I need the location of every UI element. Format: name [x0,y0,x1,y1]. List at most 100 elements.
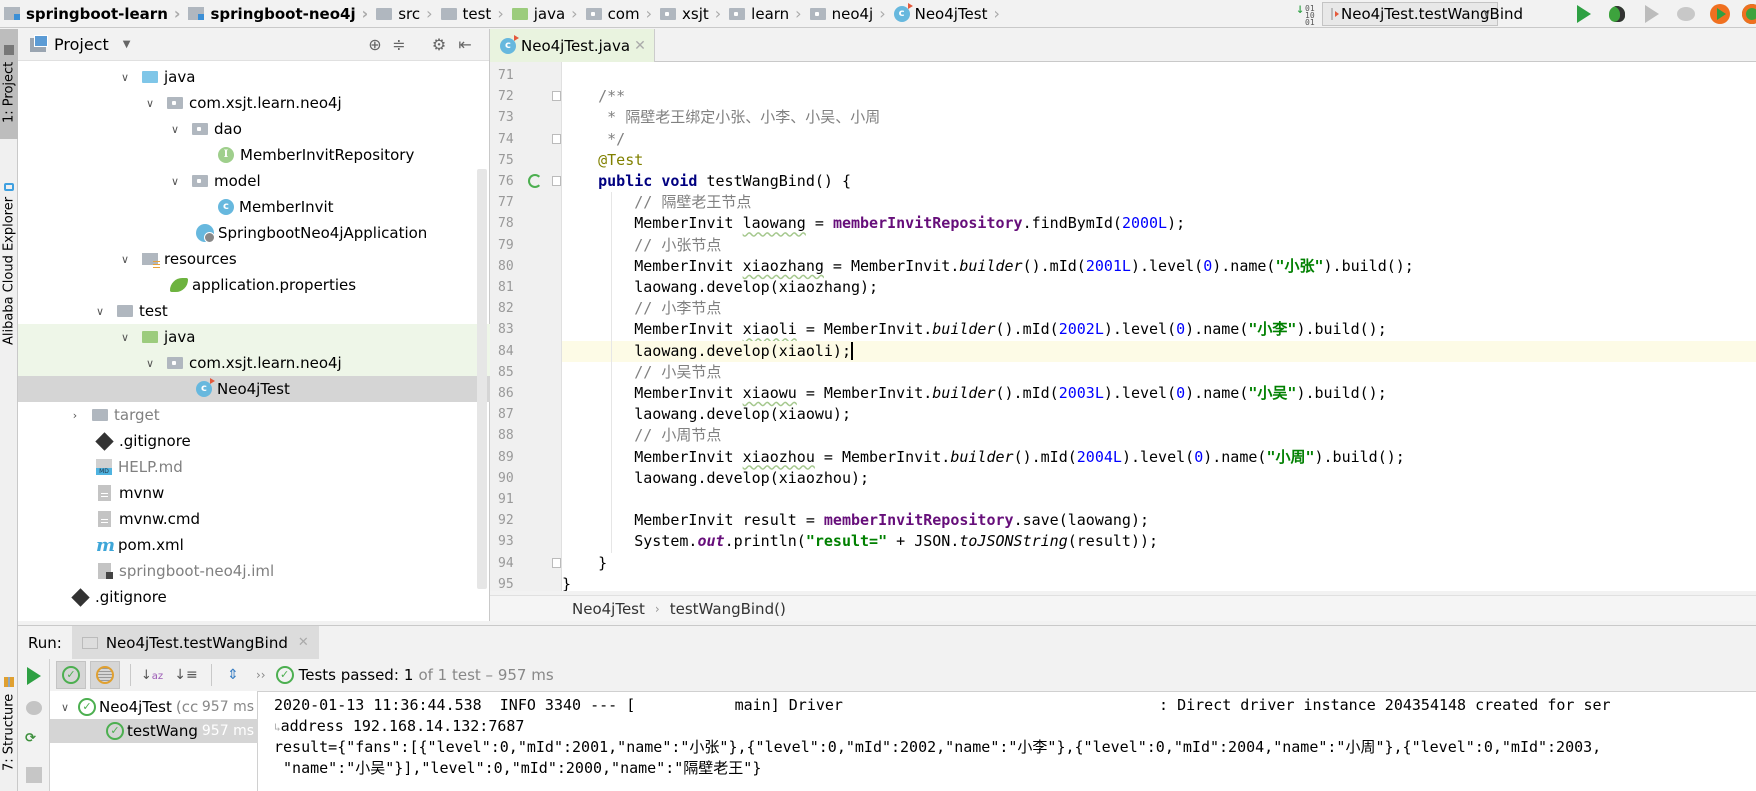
project-scrollbar[interactable] [477,169,487,589]
breadcrumb-test[interactable]: test › [437,0,508,28]
code-line[interactable]: // 隔壁老王节点 [562,192,1756,213]
code-line[interactable]: /** [562,86,1756,107]
toggle-autotest-button[interactable]: ⟳ [25,731,43,749]
console-output[interactable]: 2020-01-13 11:36:44.538 INFO 3340 --- [ … [258,691,1756,791]
code-line[interactable]: // 小李节点 [562,298,1756,319]
chevron-down-icon[interactable]: ∨ [118,331,132,344]
run-button[interactable] [1577,4,1597,24]
breadcrumb-learn[interactable]: learn › [725,0,805,28]
code-line[interactable]: laowang.develop(xiaowu); [562,404,1756,425]
chevron-down-icon[interactable]: ∨ [93,305,107,318]
breadcrumb-neo4jtest[interactable]: c Neo4jTest › [890,0,1004,28]
project-view-title[interactable]: Project [54,35,109,54]
code-line[interactable]: MemberInvit xiaozhou = MemberInvit.build… [562,447,1756,468]
run-with-coverage-button[interactable] [1645,4,1665,24]
code-line[interactable]: System.out.println("result=" + JSON.toJS… [562,531,1756,552]
tree-item-main-java[interactable]: ∨ java [18,64,490,90]
code-line[interactable]: * 隔壁老王绑定小张、小李、小吴、小周 [562,107,1756,128]
code-line[interactable]: // 小周节点 [562,425,1756,446]
code-line[interactable]: laowang.develop(xiaoli); [562,340,1756,362]
chevron-down-icon[interactable]: ∨ [58,701,72,714]
chevron-down-icon[interactable]: ∨ [143,97,157,110]
code-line[interactable]: laowang.develop(xiaozhou); [562,468,1756,489]
project-tool-tab[interactable]: 1: Project [0,29,18,139]
code-line[interactable] [562,489,1756,510]
code-line[interactable] [562,65,1756,86]
breadcrumb-method[interactable]: testWangBind() [670,600,786,618]
tree-item-memberinvit[interactable]: c MemberInvit [18,194,490,220]
chevron-right-icon[interactable]: › [68,409,82,422]
breadcrumb-com[interactable]: com › [582,0,656,28]
stop-button[interactable] [26,767,42,783]
code-line[interactable]: MemberInvit xiaozhang = MemberInvit.buil… [562,256,1756,277]
alibaba-cloud-explorer-tab[interactable]: Alibaba Cloud Explorer [0,169,18,359]
run-test-gutter-icon[interactable] [528,174,542,188]
breadcrumb-src[interactable]: src › [372,0,436,28]
tree-item-main-package[interactable]: ∨ com.xsjt.learn.neo4j [18,90,490,116]
breadcrumb-class[interactable]: Neo4jTest [572,600,645,618]
code-line[interactable]: MemberInvit result = memberInvitReposito… [562,510,1756,531]
tree-item-springbootneo4japplication[interactable]: SpringbootNeo4jApplication [18,220,490,246]
code-editor[interactable]: 71 72 73 74 75 76 77 78 79 80 81 82 83 84 85 86 87 88 89 90… [490,62,1756,591]
breadcrumb-xsjt[interactable]: xsjt › [656,0,725,28]
tree-item-test-java[interactable]: ∨ java [18,324,490,350]
code-line[interactable]: MemberInvit xiaoli = MemberInvit.builder… [562,319,1756,340]
sort-alphabetically-button[interactable]: ↓az [137,661,167,689]
jrebel-run-button[interactable] [1710,4,1730,24]
hide-panel-icon[interactable]: ⇤ [456,36,474,54]
tree-item-dao[interactable]: ∨ dao [18,116,490,142]
more-actions-icon[interactable]: ›› [256,668,266,682]
run-configuration-select[interactable]: Neo4jTest.testWangBind ∨ [1322,2,1523,26]
editor-tab-neo4jtest[interactable]: c Neo4jTest.java ✕ [490,29,655,62]
tree-item-iml[interactable]: springboot-neo4j.iml [18,558,490,584]
chevron-down-icon[interactable]: ∨ [143,357,157,370]
code-line[interactable]: laowang.develop(xiaozhang); [562,277,1756,298]
profiler-button[interactable] [1677,4,1697,24]
breadcrumb-java[interactable]: java › [508,0,582,28]
jrebel-debug-button[interactable] [1742,4,1756,24]
tree-item-mvnw-cmd[interactable]: mvnw.cmd [18,506,490,532]
chevron-down-icon[interactable]: ∨ [118,253,132,266]
code-line[interactable]: } [562,553,1756,574]
tree-item-pom-xml[interactable]: m pom.xml [18,532,490,558]
breadcrumb-springboot-neo4j[interactable]: springboot-neo4j › [184,0,372,28]
tree-item-test-package[interactable]: ∨ com.xsjt.learn.neo4j [18,350,490,376]
show-bytecode-icon[interactable]: ↓ 01 10 01 [1296,2,1316,27]
tree-item-application-properties[interactable]: application.properties [18,272,490,298]
locate-file-icon[interactable]: ⊕ [366,36,384,54]
tree-item-test[interactable]: ∨ test [18,298,490,324]
test-case-row[interactable]: ✓ testWang 957 ms [50,719,258,743]
structure-tool-tab[interactable]: 7: Structure [0,669,18,779]
code-line[interactable]: */ [562,129,1756,150]
view-mode-dropdown-icon[interactable]: ▼ [123,39,131,50]
tree-item-target[interactable]: › target [18,402,490,428]
code-line[interactable]: // 小张节点 [562,235,1756,256]
tree-item-gitignore[interactable]: .gitignore [18,428,490,454]
tree-item-model[interactable]: ∨ model [18,168,490,194]
code-line[interactable]: MemberInvit xiaowu = MemberInvit.builder… [562,383,1756,404]
code-line[interactable]: @Test [562,150,1756,171]
tree-item-mvnw[interactable]: mvnw [18,480,490,506]
tree-item-root-gitignore[interactable]: .gitignore [18,584,490,610]
breadcrumb-springboot-learn[interactable]: springboot-learn › [0,0,184,28]
breadcrumb-neo4j[interactable]: neo4j › [806,0,890,28]
rerun-failed-button[interactable] [26,701,42,715]
debug-button[interactable] [1609,4,1629,24]
fold-marker-icon[interactable] [552,91,561,102]
chevron-down-icon[interactable]: ∨ [168,123,182,136]
sort-by-duration-button[interactable]: ↓≡ [171,661,201,689]
tree-item-neo4jtest[interactable]: c Neo4jTest [18,376,490,402]
show-ignored-button[interactable] [90,661,120,689]
fold-marker-icon[interactable] [552,133,561,144]
code-line[interactable]: MemberInvit laowang = memberInvitReposit… [562,213,1756,234]
tree-item-resources[interactable]: ∨ resources [18,246,490,272]
fold-marker-icon[interactable] [552,176,561,186]
code-line[interactable]: // 小吴节点 [562,362,1756,383]
chevron-down-icon[interactable]: ∨ [118,71,132,84]
rerun-button[interactable] [27,667,41,685]
test-suite-row[interactable]: ∨ ✓ Neo4jTest (cc 957 ms [50,695,258,719]
code-line[interactable]: } [562,574,1756,591]
code-line[interactable]: public void testWangBind() { [562,171,1756,192]
tree-item-memberinvitrepository[interactable]: I MemberInvitRepository [18,142,490,168]
expand-all-button[interactable]: ⇕ [218,661,248,689]
